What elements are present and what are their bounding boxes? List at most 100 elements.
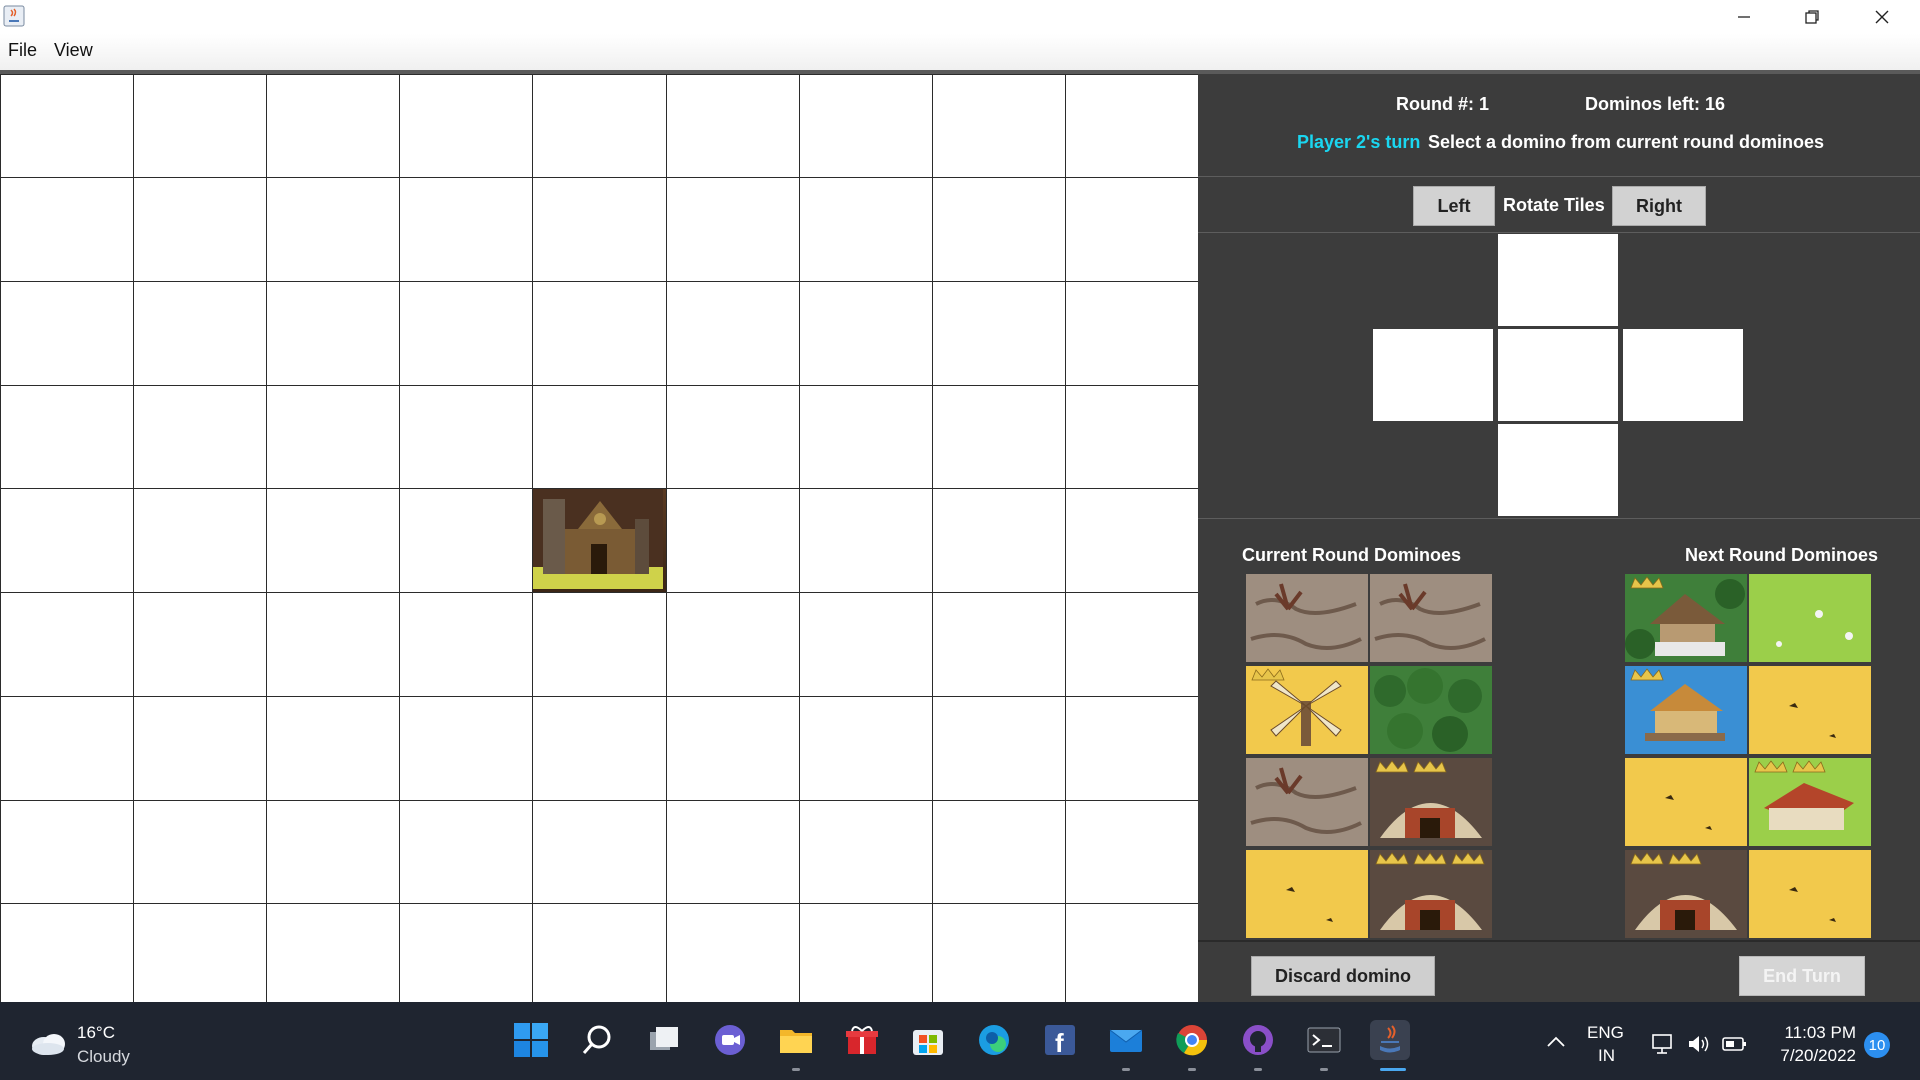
board-cell[interactable] [666, 281, 801, 387]
board-cell[interactable] [532, 177, 668, 283]
clock-time[interactable]: 11:03 PM [1784, 1022, 1856, 1044]
board-cell[interactable] [532, 696, 668, 802]
board-cell[interactable] [1065, 281, 1200, 387]
board-cell[interactable] [932, 488, 1067, 594]
board-cell[interactable] [799, 903, 934, 1004]
weather-icon[interactable] [28, 1028, 68, 1061]
current-domino-3-right-tile[interactable] [1370, 758, 1492, 846]
board-cell[interactable] [399, 592, 534, 698]
board-cell[interactable] [799, 592, 934, 698]
task-view-icon[interactable] [644, 1020, 684, 1060]
board-cell[interactable] [266, 696, 401, 802]
board-cell[interactable] [799, 385, 934, 490]
next-domino-4-left-tile[interactable] [1625, 850, 1747, 938]
board-cell[interactable] [0, 800, 135, 905]
start-icon[interactable] [511, 1020, 551, 1060]
board-cell[interactable] [133, 488, 268, 594]
board-cell[interactable] [0, 74, 135, 179]
current-domino-4-right-tile[interactable] [1370, 850, 1492, 938]
board-cell[interactable] [932, 177, 1067, 283]
file-explorer-icon[interactable] [776, 1020, 816, 1060]
next-domino-3-left-tile[interactable] [1625, 758, 1747, 846]
board-cell[interactable] [399, 385, 534, 490]
board-cell[interactable] [666, 488, 801, 594]
discard-domino-button[interactable]: Discard domino [1251, 956, 1435, 996]
board-cell[interactable] [932, 696, 1067, 802]
board-cell[interactable] [799, 488, 934, 594]
board-cell[interactable] [133, 177, 268, 283]
preview-cell-bottom[interactable] [1498, 424, 1618, 516]
board-cell[interactable] [1065, 696, 1200, 802]
board-cell[interactable] [399, 74, 534, 179]
board-cell[interactable] [399, 177, 534, 283]
end-turn-button[interactable]: End Turn [1739, 956, 1865, 996]
board-cell[interactable] [932, 281, 1067, 387]
board-cell[interactable] [266, 800, 401, 905]
board-cell[interactable] [133, 74, 268, 179]
weather-temp[interactable]: 16°C [77, 1022, 115, 1044]
facebook-icon[interactable]: f [1040, 1020, 1080, 1060]
board-cell[interactable] [1065, 385, 1200, 490]
board-cell[interactable] [1065, 903, 1200, 1004]
board-cell[interactable] [133, 385, 268, 490]
board-cell[interactable] [266, 281, 401, 387]
language-region[interactable]: IN [1598, 1045, 1615, 1067]
board-cell[interactable] [0, 385, 135, 490]
restore-button[interactable] [1780, 0, 1844, 34]
board-cell[interactable] [666, 800, 801, 905]
board-cell[interactable] [399, 800, 534, 905]
next-domino-1-right-tile[interactable] [1749, 574, 1871, 662]
menu-file[interactable]: File [8, 40, 37, 61]
board-cell[interactable] [532, 385, 668, 490]
board-cell[interactable] [399, 903, 534, 1004]
current-domino-2-left-tile[interactable] [1246, 666, 1368, 754]
notification-badge[interactable]: 10 [1864, 1032, 1890, 1058]
microsoft-store-icon[interactable] [908, 1020, 948, 1060]
preview-cell-center[interactable] [1498, 329, 1618, 421]
next-domino-2-left-tile[interactable] [1625, 666, 1747, 754]
board-cell[interactable] [399, 488, 534, 594]
minimize-button[interactable] [1712, 0, 1776, 34]
clock-date[interactable]: 7/20/2022 [1768, 1045, 1856, 1067]
board-cell[interactable] [0, 592, 135, 698]
preview-cell-left[interactable] [1373, 329, 1493, 421]
board-cell[interactable] [133, 592, 268, 698]
board-cell[interactable] [799, 177, 934, 283]
network-icon[interactable] [1651, 1032, 1675, 1061]
kingdom-board[interactable] [0, 74, 1200, 1004]
castle-tile[interactable] [532, 488, 668, 594]
board-cell[interactable] [666, 903, 801, 1004]
board-cell[interactable] [799, 281, 934, 387]
board-cell[interactable] [133, 281, 268, 387]
gift-app-icon[interactable] [842, 1020, 882, 1060]
board-cell[interactable] [532, 800, 668, 905]
board-cell[interactable] [932, 385, 1067, 490]
board-cell[interactable] [932, 903, 1067, 1004]
board-cell[interactable] [133, 903, 268, 1004]
board-cell[interactable] [666, 385, 801, 490]
teams-chat-icon[interactable] [710, 1020, 750, 1060]
rotate-right-button[interactable]: Right [1612, 186, 1706, 226]
next-domino-1-left-tile[interactable] [1625, 574, 1747, 662]
chrome-icon[interactable] [1172, 1020, 1212, 1060]
board-cell[interactable] [1065, 74, 1200, 179]
board-cell[interactable] [1065, 800, 1200, 905]
menu-view[interactable]: View [54, 40, 93, 61]
board-cell[interactable] [133, 800, 268, 905]
current-domino-1-left-tile[interactable] [1246, 574, 1368, 662]
board-cell[interactable] [0, 696, 135, 802]
board-cell[interactable] [0, 903, 135, 1004]
search-icon[interactable] [577, 1020, 617, 1060]
board-cell[interactable] [666, 74, 801, 179]
board-cell[interactable] [532, 592, 668, 698]
board-cell[interactable] [266, 74, 401, 179]
board-cell[interactable] [1065, 177, 1200, 283]
board-cell[interactable] [532, 74, 668, 179]
board-cell[interactable] [266, 385, 401, 490]
board-cell[interactable] [266, 177, 401, 283]
java-taskbar-icon[interactable] [1370, 1020, 1410, 1060]
board-cell[interactable] [0, 281, 135, 387]
edge-browser-icon[interactable] [974, 1020, 1014, 1060]
board-cell[interactable] [266, 488, 401, 594]
mail-icon[interactable] [1106, 1020, 1146, 1060]
